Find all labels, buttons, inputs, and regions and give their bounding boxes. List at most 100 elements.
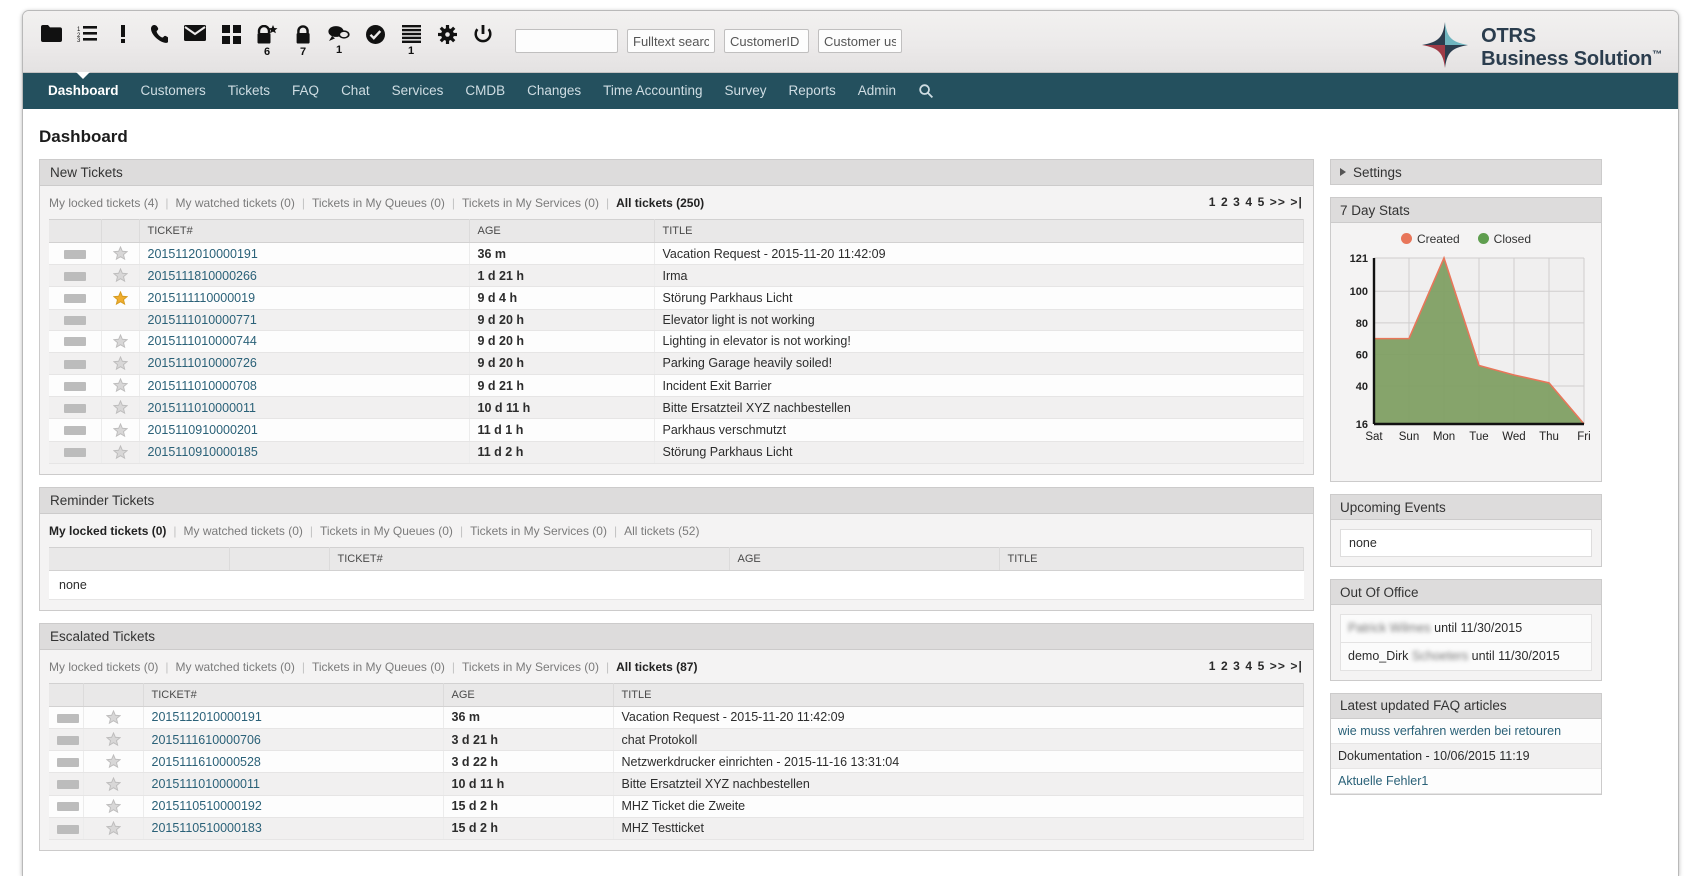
row-title[interactable]: Parkhaus verschmutzt xyxy=(654,418,1304,442)
table-row[interactable]: 2015111110000019 9 d 4 h Störung Parkhaus … xyxy=(49,286,1304,310)
row-drag-handle[interactable] xyxy=(49,728,84,752)
row-title[interactable]: MHZ Ticket die Zweite xyxy=(613,795,1304,818)
nav-item-chat[interactable]: Chat xyxy=(330,73,381,109)
drag-handle-icon[interactable] xyxy=(63,272,86,281)
star-icon[interactable] xyxy=(105,798,121,814)
row-drag-handle[interactable] xyxy=(49,795,84,818)
row-title[interactable]: Lighting in elevator is not working! xyxy=(654,330,1304,353)
star-icon[interactable] xyxy=(105,732,121,747)
star-icon[interactable] xyxy=(112,378,128,393)
table-row[interactable]: 2015111810000266 1 d 21 h Irma xyxy=(49,264,1304,288)
filter-tickets-in-my-queues[interactable]: Tickets in My Queues (0) xyxy=(312,196,445,210)
table-row[interactable]: 2015111010000744 9 d 20 h Lighting in elev… xyxy=(49,330,1304,353)
table-row[interactable]: 2015112010000191 36 m Vacation Request - 2… xyxy=(49,242,1304,266)
row-star-cell[interactable] xyxy=(101,309,140,331)
row-drag-handle[interactable] xyxy=(49,750,84,774)
row-star-cell[interactable] xyxy=(83,795,144,818)
row-star-cell[interactable] xyxy=(101,374,140,398)
drag-handle-icon[interactable] xyxy=(63,359,86,369)
row-star-cell[interactable] xyxy=(101,242,140,266)
drag-handle-icon[interactable] xyxy=(63,294,86,304)
table-row[interactable]: 2015111010000726 9 d 20 h Parking Garage h… xyxy=(49,352,1304,376)
ticket-link[interactable]: 2015110910000201 xyxy=(148,423,258,437)
power-icon[interactable] xyxy=(465,25,501,44)
drag-handle-icon[interactable] xyxy=(63,381,86,391)
ticket-link[interactable]: 2015111010000744 xyxy=(148,334,257,348)
drag-handle-icon[interactable] xyxy=(63,448,86,458)
drag-handle-icon[interactable] xyxy=(57,802,79,812)
nav-item-reports[interactable]: Reports xyxy=(778,73,847,109)
row-ticket-number[interactable]: 2015111010000744 xyxy=(139,330,470,353)
col-age[interactable]: AGE xyxy=(443,682,614,707)
chat-icon[interactable]: 1 xyxy=(321,25,357,56)
drag-handle-icon[interactable] xyxy=(57,735,79,745)
nav-item-services[interactable]: Services xyxy=(381,73,455,109)
nav-item-faq[interactable]: FAQ xyxy=(281,73,330,109)
row-drag-handle[interactable] xyxy=(49,352,102,376)
ticket-link[interactable]: 2015112010000191 xyxy=(148,247,258,261)
row-title[interactable]: chat Protokoll xyxy=(613,728,1304,752)
col-title[interactable]: TITLE xyxy=(613,682,1304,707)
customeruser-search-input[interactable] xyxy=(818,29,902,53)
table-row[interactable]: 2015110910000201 11 d 1 h Parkhaus verschm… xyxy=(49,418,1304,442)
table-row[interactable]: 2015111010000011 10 d 11 h Bitte Ersatztei… xyxy=(49,396,1304,420)
row-drag-handle[interactable] xyxy=(49,309,102,331)
col-age[interactable]: AGE xyxy=(729,546,1000,571)
drag-handle-icon[interactable] xyxy=(63,426,86,436)
row-title[interactable]: Irma xyxy=(654,264,1304,288)
list-icon[interactable]: 1 xyxy=(393,25,429,57)
row-drag-handle[interactable] xyxy=(49,396,102,420)
row-ticket-number[interactable]: 2015111010000011 xyxy=(143,772,444,796)
row-ticket-number[interactable]: 2015112010000191 xyxy=(143,706,444,730)
row-title[interactable]: Incident Exit Barrier xyxy=(654,374,1304,398)
row-title[interactable]: Vacation Request - 2015-11-20 11:42:09 xyxy=(654,242,1304,266)
row-drag-handle[interactable] xyxy=(49,706,84,730)
row-ticket-number[interactable]: 2015111010000726 xyxy=(139,352,470,376)
star-icon[interactable] xyxy=(105,776,121,792)
filter-my-watched-tickets[interactable]: My watched tickets (0) xyxy=(175,660,294,674)
envelope-icon[interactable] xyxy=(177,25,213,41)
row-title[interactable]: Störung Parkhaus Licht xyxy=(654,441,1304,464)
filter-all-tickets[interactable]: All tickets (52) xyxy=(624,524,699,538)
star-icon[interactable] xyxy=(105,821,121,836)
table-row[interactable]: 2015111610000528 3 d 22 h Netzwerkdrucker … xyxy=(49,750,1304,774)
ticket-link[interactable]: 2015111610000528 xyxy=(152,755,261,769)
settings-toggle[interactable]: Settings xyxy=(1330,159,1602,185)
check-circle-icon[interactable] xyxy=(357,25,393,44)
table-row[interactable]: 2015111010000011 10 d 11 h Bitte Ersatztei… xyxy=(49,772,1304,796)
fulltext-search-input[interactable] xyxy=(627,29,715,53)
drag-handle-icon[interactable] xyxy=(57,780,79,790)
row-star-cell[interactable] xyxy=(83,750,144,774)
row-star-cell[interactable] xyxy=(101,264,140,288)
grid-icon[interactable] xyxy=(213,25,249,44)
filter-tickets-in-my-services[interactable]: Tickets in My Services (0) xyxy=(470,524,607,538)
row-star-cell[interactable] xyxy=(83,706,144,730)
ticket-link[interactable]: 2015111810000266 xyxy=(148,269,257,283)
numbered-list-icon[interactable]: 1 2 3 xyxy=(69,25,105,42)
faq-link[interactable]: Aktuelle Fehler1 xyxy=(1338,774,1428,788)
row-star-cell[interactable] xyxy=(101,352,140,376)
table-row[interactable]: 2015112010000191 36 m Vacation Request - 2… xyxy=(49,706,1304,730)
row-ticket-number[interactable]: 2015111610000706 xyxy=(143,728,444,752)
ticket-link[interactable]: 2015111010000771 xyxy=(148,313,257,327)
row-ticket-number[interactable]: 2015111010000011 xyxy=(139,396,470,420)
star-icon[interactable] xyxy=(112,290,128,306)
ticket-link[interactable]: 2015111010000726 xyxy=(148,356,257,370)
filter-tickets-in-my-services[interactable]: Tickets in My Services (0) xyxy=(462,196,599,210)
row-title[interactable]: MHZ Testticket xyxy=(613,817,1304,841)
ticket-link[interactable]: 2015110510000192 xyxy=(152,799,262,813)
filter-tickets-in-my-queues[interactable]: Tickets in My Queues (0) xyxy=(312,660,445,674)
lock-star-icon[interactable]: 6 xyxy=(249,25,285,58)
ticket-link[interactable]: 2015111610000706 xyxy=(152,733,261,747)
table-row[interactable]: 2015110510000192 15 d 2 h MHZ Ticket die Z… xyxy=(49,795,1304,818)
ticket-link[interactable]: 2015111010000708 xyxy=(148,379,257,393)
star-icon[interactable] xyxy=(105,754,121,769)
nav-item-time-accounting[interactable]: Time Accounting xyxy=(592,73,713,109)
table-row[interactable]: 2015110510000183 15 d 2 h MHZ Testticket xyxy=(49,817,1304,841)
search-icon[interactable] xyxy=(907,84,945,98)
row-star-cell[interactable] xyxy=(101,286,140,310)
customerid-search-input[interactable] xyxy=(724,29,809,53)
drag-handle-icon[interactable] xyxy=(63,315,86,325)
row-drag-handle[interactable] xyxy=(49,330,102,353)
ticket-link[interactable]: 2015111010000011 xyxy=(152,777,260,791)
